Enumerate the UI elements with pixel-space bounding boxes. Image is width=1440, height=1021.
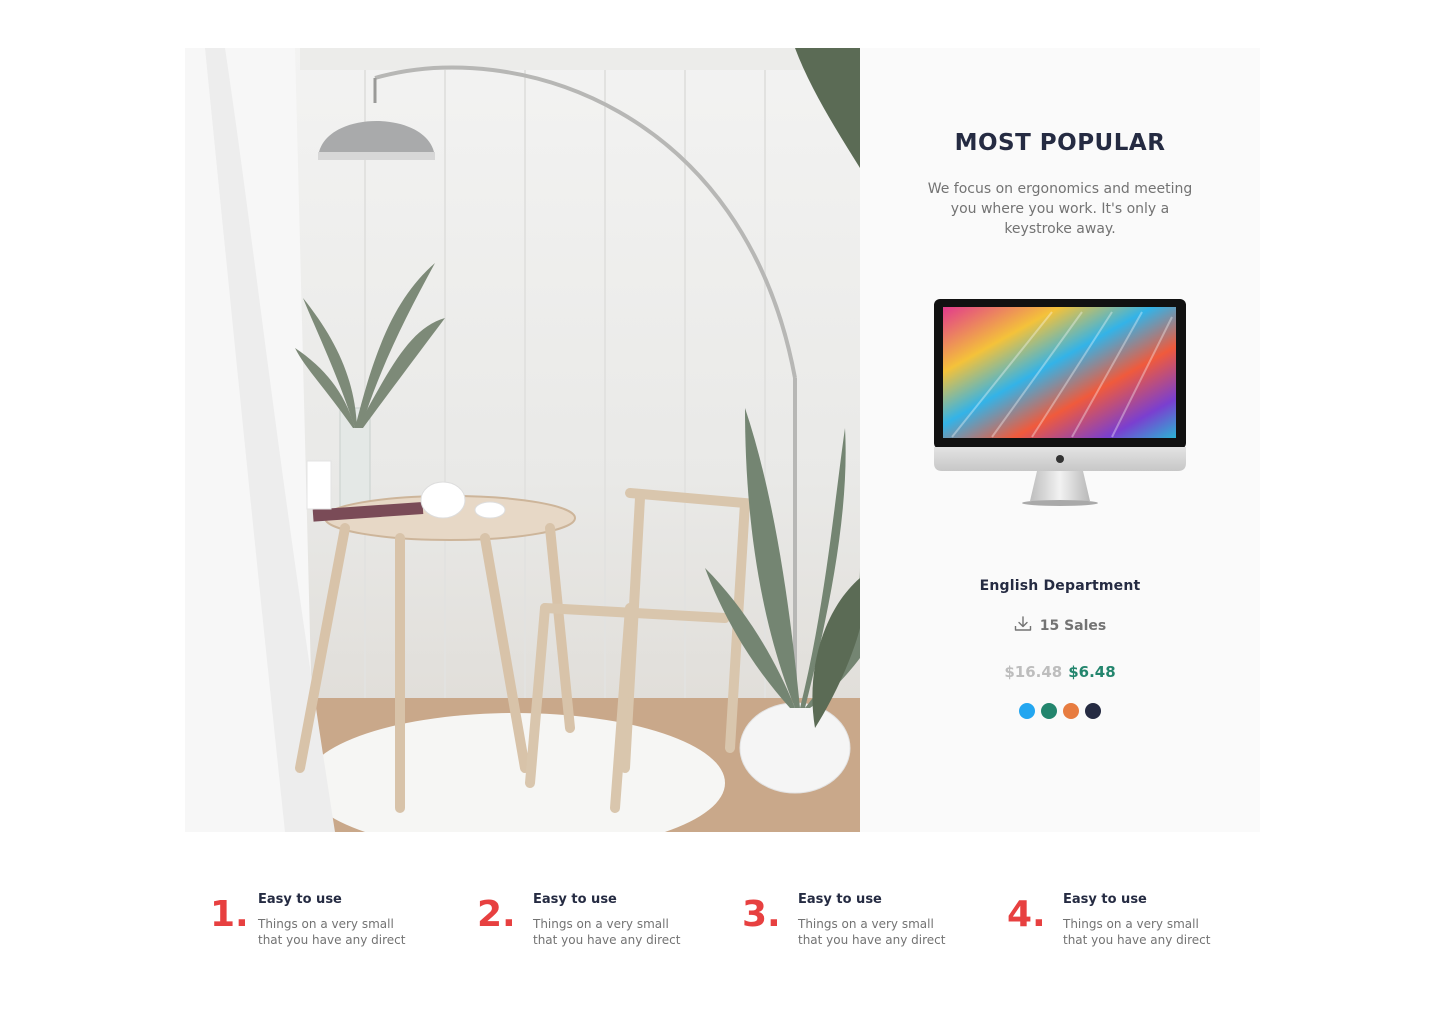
interior-photo: [185, 48, 860, 832]
feature-description: Things on a very small that you have any…: [258, 917, 406, 947]
feature-number: 1.: [210, 894, 249, 935]
feature-title: Easy to use: [533, 892, 617, 907]
department-name: English Department: [979, 578, 1141, 594]
interior-photo-illustration: [185, 48, 860, 832]
color-swatches: [1019, 703, 1101, 719]
product-panel: MOST POPULAR We focus on ergonomics and …: [860, 48, 1260, 832]
features-row: 1. Easy to use Things on a very small th…: [185, 880, 1260, 960]
feature-description: Things on a very small that you have any…: [533, 917, 681, 947]
old-price: $16.48: [1004, 663, 1063, 681]
new-price: $6.48: [1068, 663, 1116, 681]
feature-item: 3. Easy to use Things on a very small th…: [742, 880, 968, 948]
color-swatch-blue[interactable]: [1019, 703, 1035, 719]
feature-item: 1. Easy to use Things on a very small th…: [210, 880, 428, 948]
product-image[interactable]: [932, 297, 1188, 509]
feature-number: 4.: [1007, 894, 1046, 935]
feature-title: Easy to use: [798, 892, 882, 907]
feature-title: Easy to use: [258, 892, 342, 907]
sales-count: 15 Sales: [1039, 618, 1107, 634]
feature-item: 4. Easy to use Things on a very small th…: [1007, 880, 1233, 948]
section-description: We focus on ergonomics and meeting you w…: [927, 181, 1193, 237]
feature-number: 2.: [477, 894, 516, 935]
color-swatch-orange[interactable]: [1063, 703, 1079, 719]
color-swatch-navy[interactable]: [1085, 703, 1101, 719]
feature-description: Things on a very small that you have any…: [1063, 917, 1211, 947]
feature-number: 3.: [742, 894, 781, 935]
sales-info: 15 Sales: [1014, 616, 1107, 636]
price-block: $16.48 $6.48: [1004, 663, 1115, 681]
hero-section: MOST POPULAR We focus on ergonomics and …: [185, 48, 1260, 832]
color-swatch-green[interactable]: [1041, 703, 1057, 719]
imac-monitor-image: [934, 299, 1186, 506]
feature-item: 2. Easy to use Things on a very small th…: [477, 880, 703, 948]
feature-description: Things on a very small that you have any…: [798, 917, 946, 947]
download-icon: [1014, 616, 1032, 636]
section-title: MOST POPULAR: [954, 130, 1166, 156]
feature-title: Easy to use: [1063, 892, 1147, 907]
